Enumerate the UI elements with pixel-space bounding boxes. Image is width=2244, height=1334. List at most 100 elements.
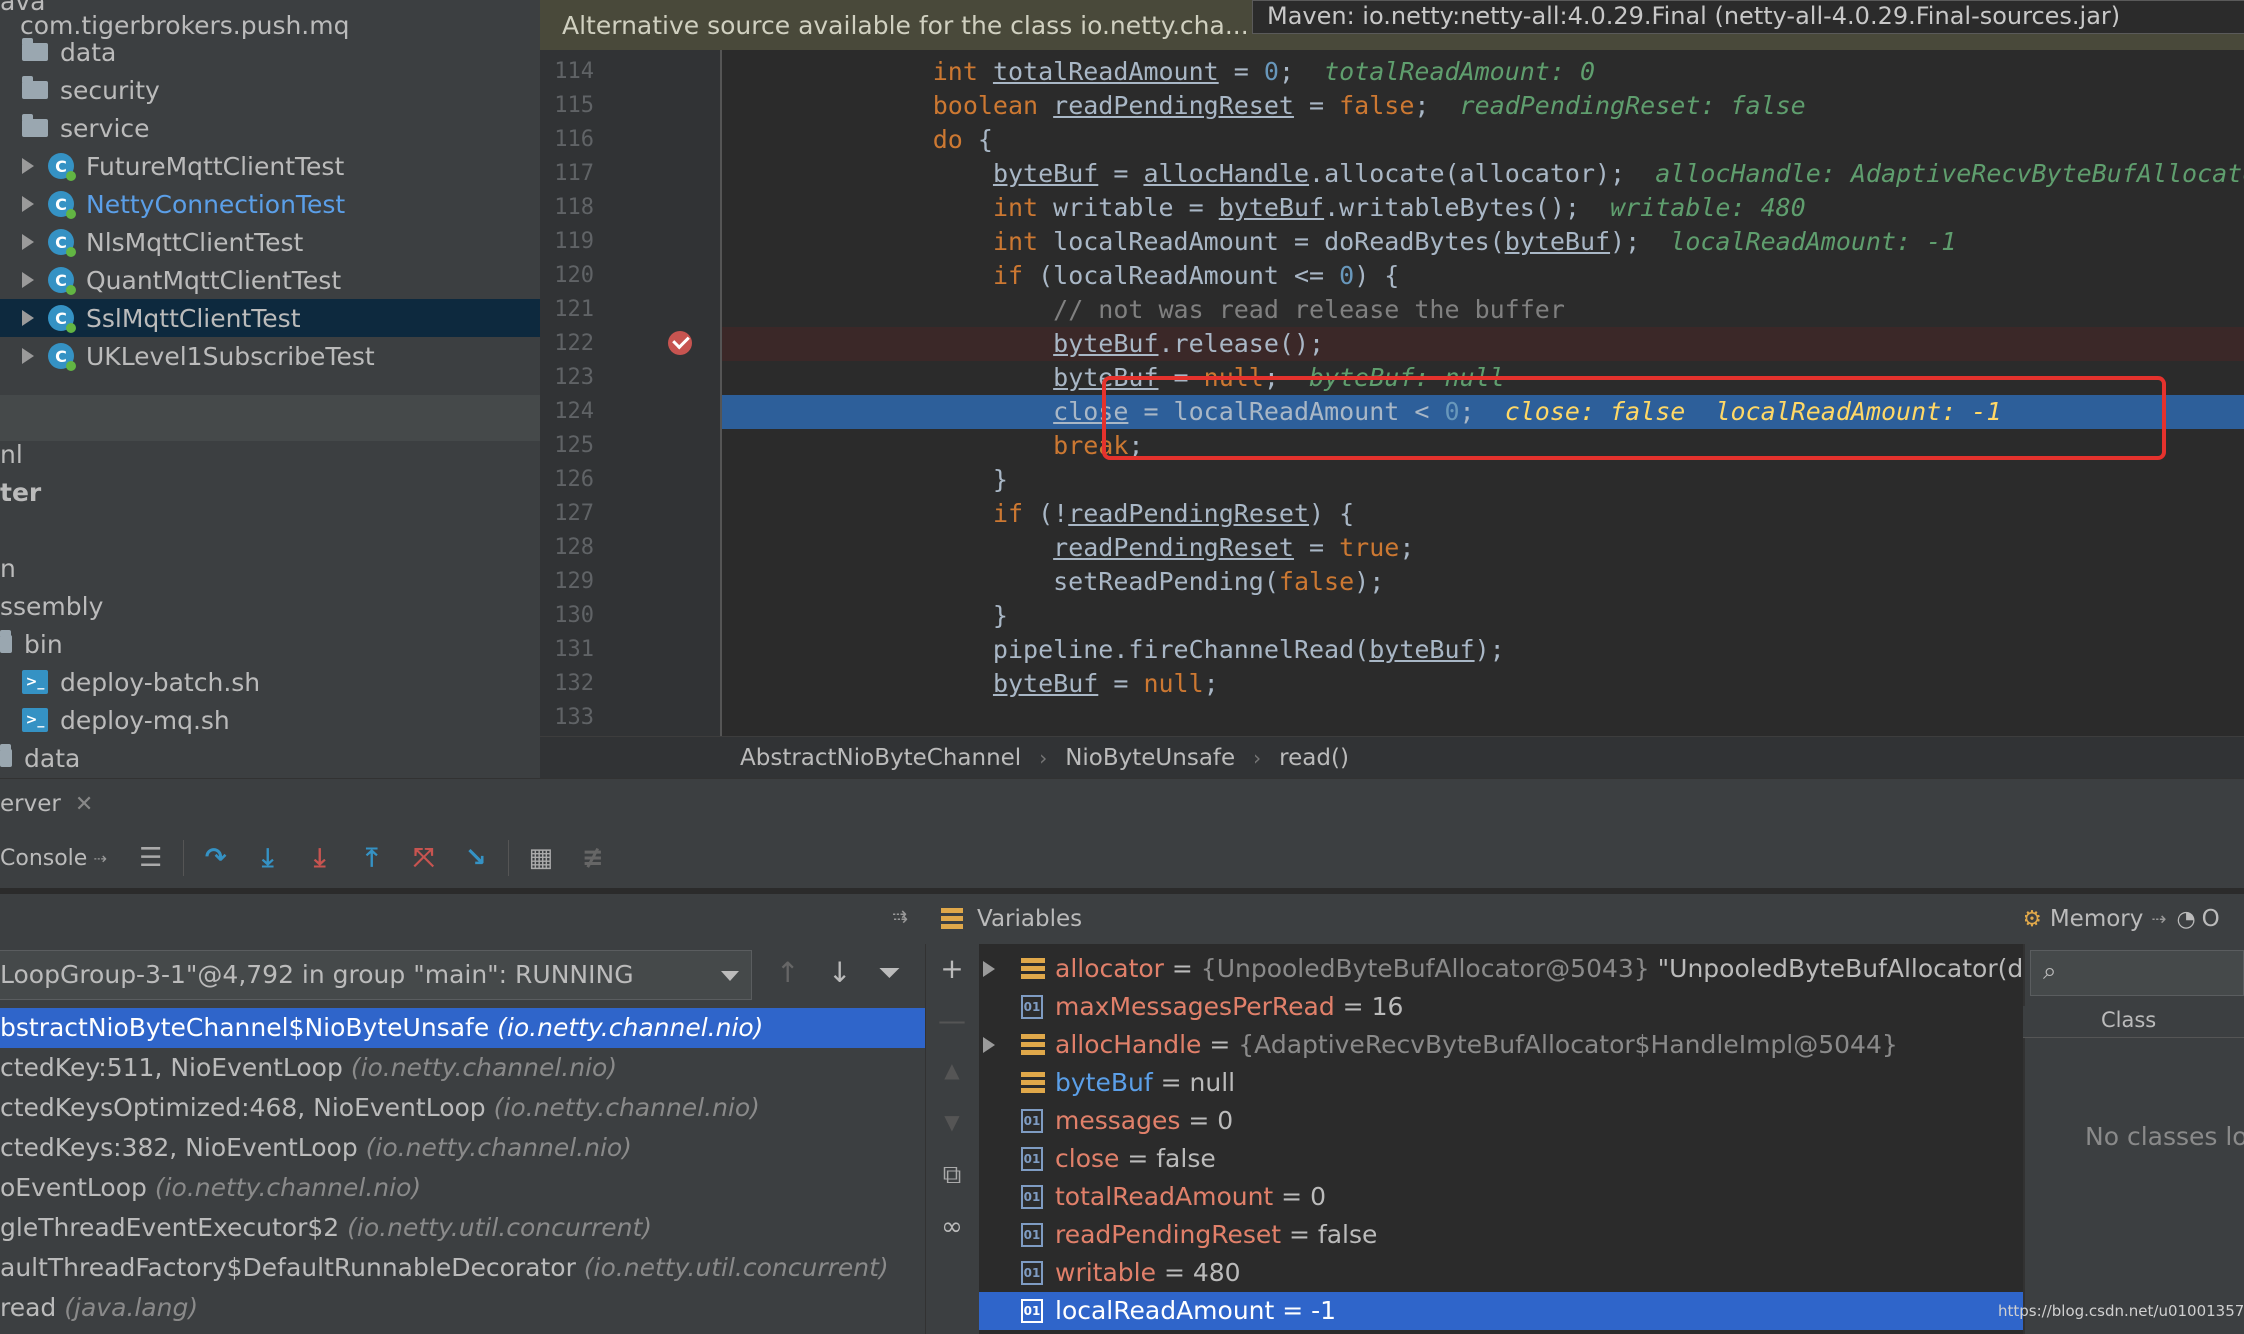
breadcrumb-method[interactable]: read() <box>1279 745 1349 771</box>
variable-row[interactable]: 01 maxMessagesPerRead = 16 <box>979 988 2023 1026</box>
tree-item-class[interactable]: C UKLevel1SubscribeTest <box>0 337 540 375</box>
console-tab[interactable]: Console <box>0 846 87 871</box>
frame-row[interactable]: aultThreadFactory$DefaultRunnableDecorat… <box>0 1248 925 1288</box>
variable-row[interactable]: allocator = {UnpooledByteBufAllocator@50… <box>979 950 2023 988</box>
frame-row-selected[interactable]: bstractNioByteChannel$NioByteUnsafe (io.… <box>0 1008 925 1048</box>
frame-row[interactable]: ctedKeysOptimized:468, NioEventLoop (io.… <box>0 1088 925 1128</box>
code-line-117[interactable]: byteBuf = allocHandle.allocate(allocator… <box>722 157 2244 191</box>
frame-row[interactable]: ctedKeys:382, NioEventLoop (io.netty.cha… <box>0 1128 925 1168</box>
evaluate-expression-icon[interactable]: ▦ <box>521 838 561 878</box>
variable-row[interactable]: 01 writable = 480 <box>979 1254 2023 1292</box>
tree-item-data[interactable]: data <box>0 739 540 777</box>
expand-arrow-icon[interactable] <box>22 158 34 174</box>
tree-item-class[interactable]: C NettyConnectionTest <box>0 185 540 223</box>
code-line-128[interactable]: readPendingReset = true; <box>722 531 2244 565</box>
tree-item-label: service <box>60 113 150 143</box>
maven-source-select[interactable]: Maven: io.netty:netty-all:4.0.29.Final (… <box>1252 0 2244 34</box>
frame-row[interactable]: oEventLoop (io.netty.channel.nio) <box>0 1168 925 1208</box>
tree-item[interactable]: ter <box>0 473 540 511</box>
remove-watch-icon[interactable]: — <box>925 1004 979 1037</box>
line-number: 126 <box>554 467 594 492</box>
code-line-120[interactable]: if (localReadAmount <= 0) { <box>722 259 2244 293</box>
code-line-126[interactable]: } <box>722 463 2244 497</box>
code-line-116[interactable]: do { <box>722 123 2244 157</box>
frame-row[interactable]: gleThreadEventExecutor$2 (io.netty.util.… <box>0 1208 925 1248</box>
code-line-129[interactable]: setReadPending(false); <box>722 565 2244 599</box>
code-line-114[interactable]: int totalReadAmount = 0; totalReadAmount… <box>722 55 2244 89</box>
variable-row[interactable]: 01 messages = 0 <box>979 1102 2023 1140</box>
chevron-down-icon[interactable] <box>721 971 739 981</box>
tree-item-data[interactable]: data <box>0 33 540 71</box>
filter-icon[interactable]: ⏷ <box>878 956 900 990</box>
variable-row[interactable]: 01 totalReadAmount = 0 <box>979 1178 2023 1216</box>
frame-package: (io.netty.channel.nio) <box>154 1173 422 1202</box>
breadcrumb-inner-class[interactable]: NioByteUnsafe <box>1065 745 1235 771</box>
run-to-cursor-icon[interactable]: ↘ <box>456 838 496 878</box>
step-out-icon[interactable]: ⤒ <box>352 838 392 878</box>
memory-class-column-header[interactable]: Class <box>2023 1006 2244 1038</box>
expand-arrow-icon[interactable] <box>22 310 34 326</box>
tree-item[interactable]: nl <box>0 435 540 473</box>
force-step-into-icon[interactable]: ⤓ <box>300 838 340 878</box>
variable-row[interactable]: 01 readPendingReset = false <box>979 1216 2023 1254</box>
highlight-annotation-box <box>1102 376 2166 460</box>
code-line-118[interactable]: int writable = byteBuf.writableBytes(); … <box>722 191 2244 225</box>
debug-session-tab[interactable]: erver ✕ <box>0 779 93 829</box>
add-watch-icon[interactable]: + <box>925 952 979 985</box>
expand-arrow-icon[interactable] <box>22 272 34 288</box>
close-icon[interactable]: ✕ <box>75 792 93 817</box>
tree-item-script[interactable]: >_ deploy-mq.sh <box>0 701 540 739</box>
expand-arrow-icon[interactable] <box>22 234 34 250</box>
variable-row[interactable]: byteBuf = null <box>979 1064 2023 1102</box>
frame-row[interactable]: ctedKey:511, NioEventLoop (io.netty.chan… <box>0 1048 925 1088</box>
trace-current-stream-icon[interactable]: ≢ <box>573 838 613 878</box>
line-number: 122 <box>554 331 594 356</box>
step-over-icon[interactable]: ↷ <box>196 838 236 878</box>
tree-item-script[interactable]: >_ deploy-batch.sh <box>0 663 540 701</box>
tree-item-bin[interactable]: bin <box>0 625 540 663</box>
move-up-icon[interactable]: ▲ <box>925 1058 979 1082</box>
thread-select[interactable]: LoopGroup-3-1"@4,792 in group "main": RU… <box>0 950 752 1000</box>
variable-row[interactable]: allocHandle = {AdaptiveRecvByteBufAlloca… <box>979 1026 2023 1064</box>
tree-item-class[interactable]: C QuantMqttClientTest <box>0 261 540 299</box>
tree-item-class-selected[interactable]: C SslMqttClientTest <box>0 299 540 337</box>
pin-icon[interactable]: ⇢ <box>893 909 908 930</box>
code-line-130[interactable]: } <box>722 599 2244 633</box>
overhead-tab[interactable]: O <box>2202 906 2220 932</box>
pin-icon[interactable]: ⇢ <box>2151 909 2166 930</box>
expand-arrow-icon[interactable] <box>22 196 34 212</box>
memory-title[interactable]: Memory <box>2050 906 2144 932</box>
variable-row-selected[interactable]: 01 localReadAmount = -1 <box>979 1292 2023 1330</box>
show-execution-point-icon[interactable]: ☰ <box>131 838 171 878</box>
tree-item[interactable]: ssembly <box>0 587 540 625</box>
move-down-icon[interactable]: ▼ <box>925 1110 979 1134</box>
breadcrumb-class[interactable]: AbstractNioByteChannel <box>740 745 1021 771</box>
arrow-down-icon[interactable]: ↓ <box>828 956 851 989</box>
code-line-133[interactable] <box>722 701 2244 735</box>
tree-item-class[interactable]: C NlsMqttClientTest <box>0 223 540 261</box>
copy-icon[interactable]: ⧉ <box>925 1160 979 1191</box>
code-line-121[interactable]: // not was read release the buffer <box>722 293 2244 327</box>
code-line-122[interactable]: byteBuf.release(); <box>722 327 2244 361</box>
step-into-icon[interactable]: ⤓ <box>248 838 288 878</box>
memory-search-input[interactable]: ⌕ <box>2030 950 2244 996</box>
tree-item[interactable]: n <box>0 549 540 587</box>
drop-frame-icon[interactable]: ⤧ <box>404 838 444 878</box>
breakpoint-icon[interactable] <box>668 331 692 355</box>
code-line-131[interactable]: pipeline.fireChannelRead(byteBuf); <box>722 633 2244 667</box>
code-line-119[interactable]: int localReadAmount = doReadBytes(byteBu… <box>722 225 2244 259</box>
tree-item-security[interactable]: security <box>0 71 540 109</box>
code-line-115[interactable]: boolean readPendingReset = false; readPe… <box>722 89 2244 123</box>
tree-item-service[interactable]: service <box>0 109 540 147</box>
expand-arrow-icon[interactable] <box>983 1037 995 1053</box>
show-watches-icon[interactable]: ∞ <box>925 1212 979 1242</box>
expand-arrow-icon[interactable] <box>983 961 995 977</box>
code-line-132[interactable]: byteBuf = null; <box>722 667 2244 701</box>
frame-row[interactable]: read (java.lang) <box>0 1288 925 1328</box>
expand-arrow-icon[interactable] <box>22 348 34 364</box>
tree-item-class[interactable]: C FutureMqttClientTest <box>0 147 540 185</box>
arrow-up-icon[interactable]: ↑ <box>776 956 799 989</box>
code-line-127[interactable]: if (!readPendingReset) { <box>722 497 2244 531</box>
variable-row[interactable]: 01 close = false <box>979 1140 2023 1178</box>
pin-icon[interactable]: ⇢ <box>93 849 106 868</box>
